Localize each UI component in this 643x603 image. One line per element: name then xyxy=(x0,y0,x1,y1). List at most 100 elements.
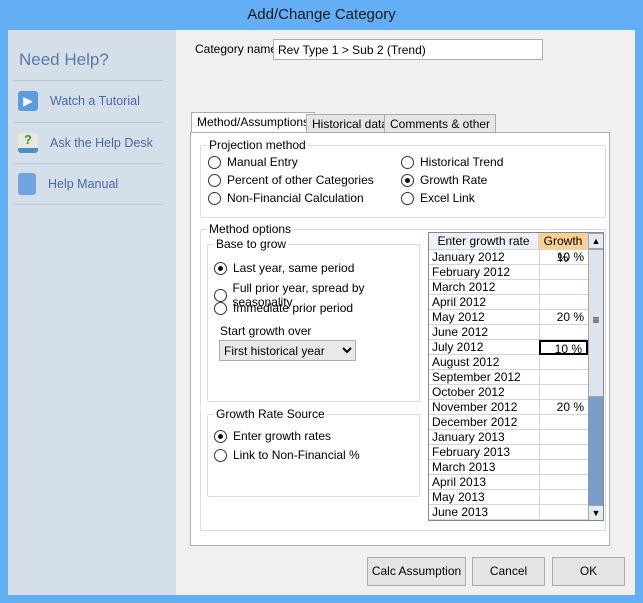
radio-excel-link[interactable]: Excel Link xyxy=(401,191,475,205)
table-row[interactable]: October 2012 xyxy=(429,385,589,400)
scroll-down-icon[interactable]: ▼ xyxy=(588,505,603,520)
radio-label: Growth Rate xyxy=(420,173,488,187)
radio-enter-growth-rates[interactable]: Enter growth rates xyxy=(214,429,331,443)
table-row[interactable]: July 2012 10 % xyxy=(429,340,589,356)
table-row[interactable]: February 2013 xyxy=(429,445,589,460)
start-growth-select[interactable]: First historical year xyxy=(219,340,356,361)
dialog-client: Need Help? ▶ Watch a Tutorial ? Ask the … xyxy=(8,30,635,595)
growth-rate-grid[interactable]: Enter growth rate Growth % January 2012 1… xyxy=(428,232,604,521)
group-label: Growth Rate Source xyxy=(214,407,327,421)
sidebar-item-label: Help Manual xyxy=(48,177,119,191)
growth-cell[interactable] xyxy=(539,475,588,490)
table-row[interactable]: August 2012 xyxy=(429,355,589,370)
growth-cell[interactable]: 20 % xyxy=(539,310,588,325)
table-row[interactable]: November 2012 20 % xyxy=(429,400,589,415)
growth-cell[interactable] xyxy=(539,325,588,340)
sidebar-item-label: Ask the Help Desk xyxy=(50,136,153,150)
growth-cell[interactable] xyxy=(539,415,588,430)
period-cell: March 2012 xyxy=(432,280,496,294)
radio-label: Percent of other Categories xyxy=(227,173,374,187)
vertical-scrollbar[interactable]: ▲ ≡ ▼ xyxy=(588,233,603,520)
sidebar-item-manual[interactable]: Help Manual xyxy=(18,173,118,195)
play-icon: ▶ xyxy=(18,91,38,111)
table-row[interactable]: January 2012 10 % xyxy=(429,250,589,265)
divider xyxy=(13,163,163,164)
radio-percent-categories[interactable]: Percent of other Categories xyxy=(208,173,374,187)
period-cell: January 2012 xyxy=(432,250,505,264)
radio-label: Last year, same period xyxy=(233,261,355,275)
radio-immediate-prior[interactable]: Immediate prior period xyxy=(214,301,353,315)
radio-circle xyxy=(214,448,227,462)
table-row[interactable]: September 2012 xyxy=(429,370,589,385)
table-row[interactable]: June 2013 xyxy=(429,505,589,520)
ok-button[interactable]: OK xyxy=(552,557,625,586)
divider xyxy=(13,80,163,81)
radio-last-year[interactable]: Last year, same period xyxy=(214,261,354,275)
period-cell: August 2012 xyxy=(432,355,500,369)
radio-manual-entry[interactable]: Manual Entry xyxy=(208,155,298,169)
cancel-button[interactable]: Cancel xyxy=(472,557,545,586)
period-cell: December 2012 xyxy=(432,415,518,429)
column-header-growth[interactable]: Growth % xyxy=(539,233,588,265)
radio-circle xyxy=(401,191,414,205)
scroll-up-icon[interactable]: ▲ xyxy=(588,233,603,249)
tab-comments-other[interactable]: Comments & other xyxy=(384,114,497,133)
period-cell: January 2013 xyxy=(432,430,505,444)
help-sidebar: Need Help? ▶ Watch a Tutorial ? Ask the … xyxy=(8,30,176,595)
calc-assumption-button[interactable]: Calc Assumption xyxy=(367,557,466,586)
radio-label: Manual Entry xyxy=(227,155,298,169)
growth-cell[interactable] xyxy=(539,280,588,295)
scroll-thumb[interactable]: ≡ xyxy=(588,249,603,397)
period-cell: May 2013 xyxy=(432,490,485,504)
period-cell: October 2012 xyxy=(432,385,505,399)
radio-link-non-financial[interactable]: Link to Non-Financial % xyxy=(214,448,360,462)
growth-cell[interactable] xyxy=(539,460,588,475)
table-row[interactable]: April 2013 xyxy=(429,475,589,490)
tab-historical-data[interactable]: Historical data xyxy=(306,114,395,133)
table-row[interactable]: March 2012 xyxy=(429,280,589,295)
category-name-label: Category name xyxy=(195,42,278,56)
start-growth-label: Start growth over xyxy=(220,324,312,338)
growth-cell[interactable]: 10 % xyxy=(539,250,588,265)
radio-label: Excel Link xyxy=(420,191,475,205)
radio-circle xyxy=(214,261,227,275)
growth-cell[interactable] xyxy=(539,505,588,520)
column-header-period[interactable]: Enter growth rate xyxy=(429,233,539,250)
sidebar-item-tutorial[interactable]: ▶ Watch a Tutorial xyxy=(18,91,140,111)
table-row[interactable]: March 2013 xyxy=(429,460,589,475)
growth-cell[interactable] xyxy=(539,385,588,400)
radio-circle xyxy=(214,288,227,302)
table-row[interactable]: January 2013 xyxy=(429,430,589,445)
period-cell: April 2013 xyxy=(432,475,487,489)
radio-label: Link to Non-Financial % xyxy=(233,448,360,462)
radio-growth-rate[interactable]: Growth Rate xyxy=(401,173,487,187)
projection-method-group: Projection method Manual Entry Percent o… xyxy=(200,138,606,218)
table-row[interactable]: April 2012 xyxy=(429,295,589,310)
growth-cell[interactable]: 10 % xyxy=(539,340,588,356)
divider xyxy=(13,122,163,123)
period-cell: July 2012 xyxy=(432,340,484,354)
growth-cell[interactable] xyxy=(539,355,588,370)
sidebar-item-help-desk[interactable]: ? Ask the Help Desk xyxy=(18,133,153,153)
radio-label: Non-Financial Calculation xyxy=(227,191,364,205)
growth-cell[interactable] xyxy=(539,430,588,445)
radio-circle xyxy=(208,191,221,205)
growth-cell[interactable] xyxy=(539,490,588,505)
growth-cell[interactable]: 20 % xyxy=(539,400,588,415)
table-row[interactable]: December 2012 xyxy=(429,415,589,430)
category-name-input[interactable] xyxy=(273,39,543,60)
radio-historical-trend[interactable]: Historical Trend xyxy=(401,155,503,169)
growth-cell[interactable] xyxy=(539,265,588,280)
tab-method-assumptions[interactable]: Method/Assumptions xyxy=(191,112,316,133)
growth-cell[interactable] xyxy=(539,295,588,310)
table-row[interactable]: May 2012 20 % xyxy=(429,310,589,325)
radio-label: Historical Trend xyxy=(420,155,504,169)
growth-cell[interactable] xyxy=(539,370,588,385)
table-row[interactable]: May 2013 xyxy=(429,490,589,505)
group-label: Method options xyxy=(207,222,294,236)
table-row[interactable]: June 2012 xyxy=(429,325,589,340)
table-row[interactable]: February 2012 xyxy=(429,265,589,280)
growth-cell[interactable] xyxy=(539,445,588,460)
radio-non-financial[interactable]: Non-Financial Calculation xyxy=(208,191,364,205)
period-cell: November 2012 xyxy=(432,400,518,414)
